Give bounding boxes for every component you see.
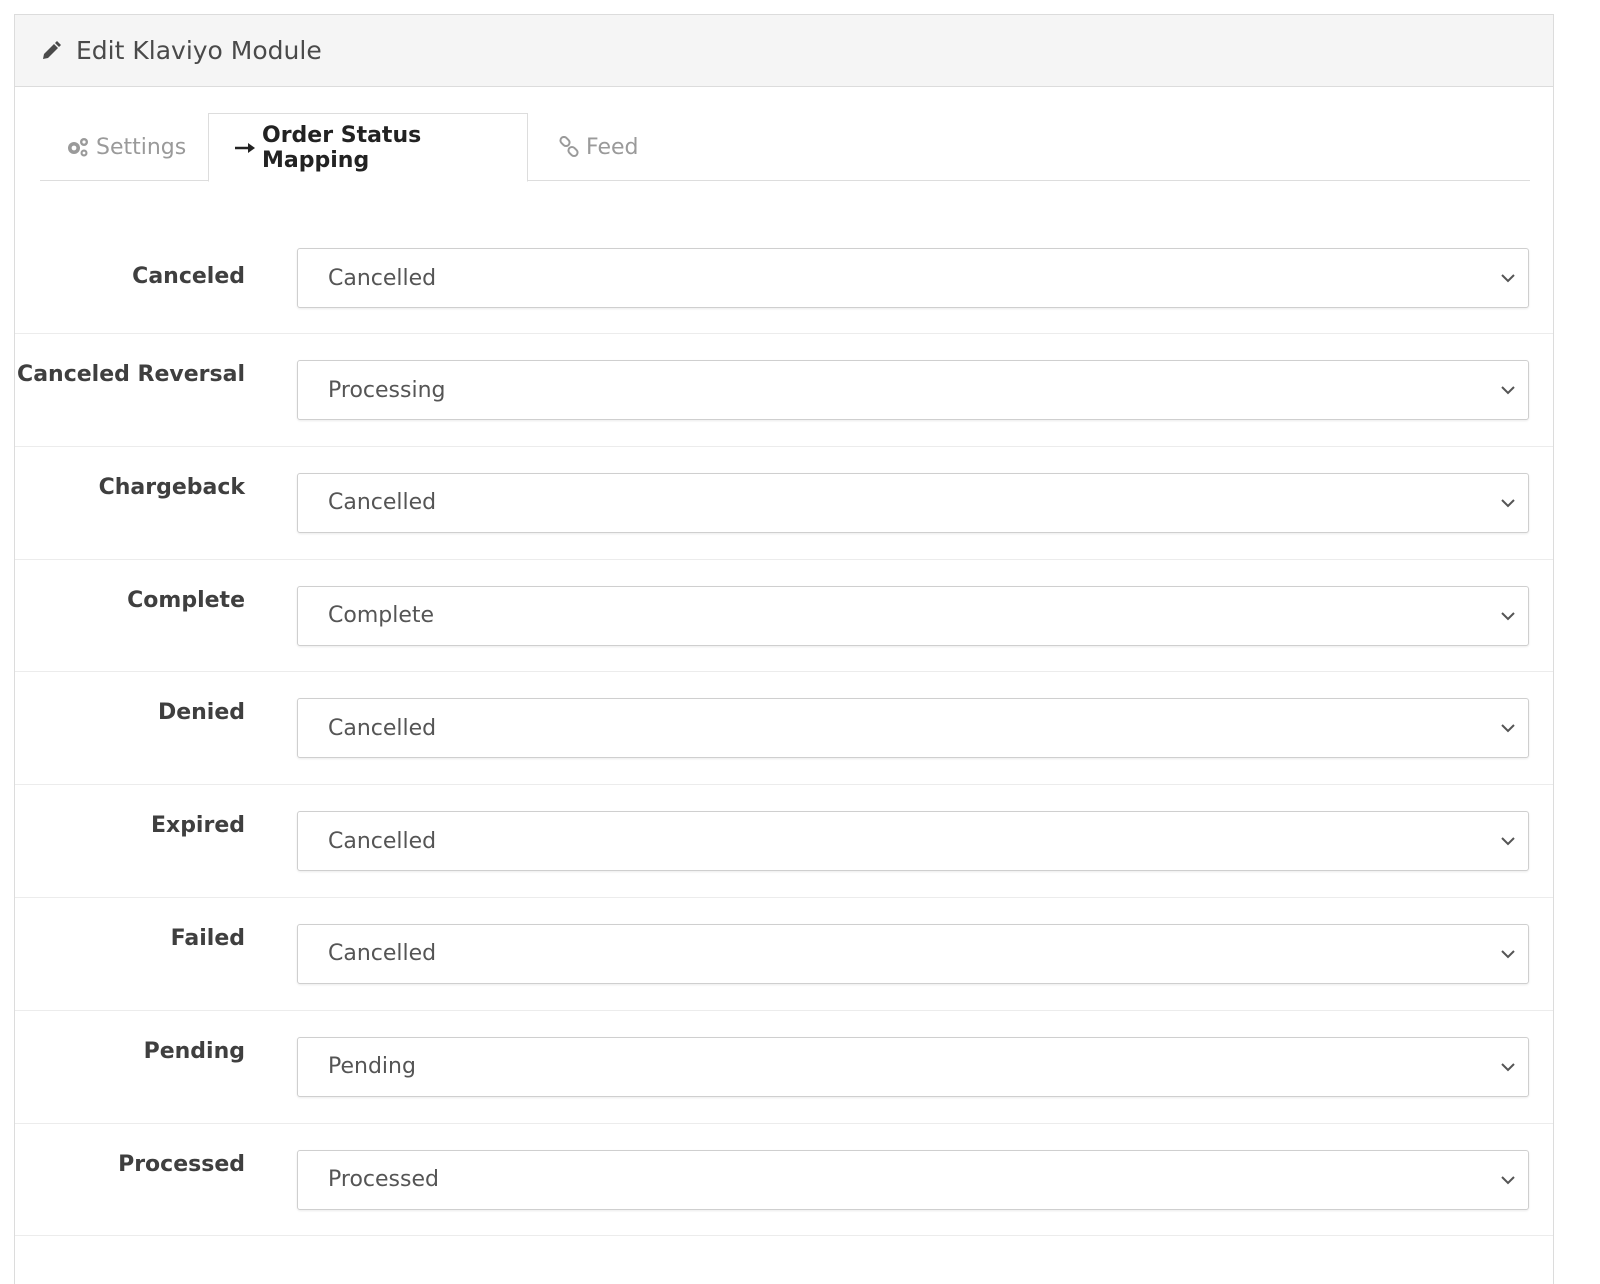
- mapping-row: Canceled Reversal Processing: [15, 334, 1553, 447]
- mapping-select[interactable]: Processing: [297, 360, 1529, 420]
- mapping-select-value: Cancelled: [328, 715, 437, 741]
- pencil-icon: [40, 40, 62, 62]
- tab-feed-label: Feed: [586, 134, 639, 160]
- chevron-down-icon: [1500, 496, 1516, 510]
- link-icon: [558, 136, 580, 158]
- mapping-label: Processed: [118, 1151, 245, 1177]
- mapping-select[interactable]: Cancelled: [297, 698, 1529, 759]
- chevron-down-icon: [1500, 1173, 1516, 1187]
- mapping-select-value: Pending: [328, 1054, 416, 1080]
- gears-icon: [66, 136, 90, 158]
- mapping-label: Pending: [143, 1038, 245, 1064]
- mapping-label: Complete: [127, 587, 245, 613]
- tab-order-status-mapping-label: Order Status Mapping: [262, 122, 422, 173]
- chevron-down-icon: [1500, 271, 1516, 285]
- mapping-label: Chargeback: [98, 474, 245, 500]
- mapping-select[interactable]: Processed: [297, 1149, 1529, 1210]
- mapping-select-value: Cancelled: [328, 828, 437, 854]
- tab-bar: Settings Order Status Mapping Feed: [40, 113, 1530, 182]
- mapping-select-value: Cancelled: [328, 265, 437, 291]
- tab-settings[interactable]: Settings: [66, 113, 186, 181]
- chevron-down-icon: [1500, 721, 1516, 735]
- panel-heading: Edit Klaviyo Module: [15, 15, 1553, 87]
- status-mapping-form: Canceled Cancelled Canceled Reversal Pro…: [15, 236, 1553, 1237]
- mapping-label: Denied: [157, 700, 245, 726]
- mapping-label: Expired: [150, 813, 245, 839]
- mapping-row: Complete Complete: [15, 560, 1553, 673]
- panel-title: Edit Klaviyo Module: [76, 36, 322, 65]
- mapping-select[interactable]: Cancelled: [297, 472, 1529, 533]
- mapping-select[interactable]: Cancelled: [297, 811, 1529, 872]
- mapping-row: Pending Pending: [15, 1011, 1553, 1124]
- mapping-row: Expired Cancelled: [15, 785, 1553, 898]
- mapping-select[interactable]: Cancelled: [297, 923, 1529, 984]
- chevron-down-icon: [1500, 1060, 1516, 1074]
- mapping-select-value: Cancelled: [328, 941, 437, 967]
- mapping-row: Denied Cancelled: [15, 672, 1553, 786]
- mapping-row: Failed Cancelled: [15, 898, 1553, 1011]
- mapping-select-value: Cancelled: [328, 490, 437, 516]
- mapping-select[interactable]: Complete: [297, 585, 1529, 646]
- tab-settings-label: Settings: [96, 134, 187, 160]
- edit-module-panel: Edit Klaviyo Module Settings Order Statu…: [14, 14, 1554, 1284]
- mapping-row: Processed Processed: [15, 1124, 1553, 1237]
- chevron-down-icon: [1500, 947, 1516, 961]
- arrow-right-icon: [234, 141, 256, 155]
- mapping-select-value: Complete: [328, 603, 435, 629]
- mapping-label: Canceled Reversal: [17, 362, 245, 387]
- mapping-label: Canceled: [132, 264, 245, 289]
- mapping-select[interactable]: Pending: [297, 1036, 1529, 1097]
- chevron-down-icon: [1500, 834, 1516, 848]
- chevron-down-icon: [1500, 609, 1516, 623]
- tab-order-status-mapping[interactable]: Order Status Mapping: [208, 113, 528, 182]
- mapping-select-value: Processed: [328, 1167, 439, 1193]
- mapping-select-value: Processing: [328, 377, 446, 403]
- mapping-label: Failed: [170, 925, 245, 951]
- mapping-select[interactable]: Cancelled: [297, 248, 1529, 308]
- mapping-row: Canceled Cancelled: [15, 236, 1553, 334]
- mapping-row: Chargeback Cancelled: [15, 447, 1553, 560]
- tab-feed[interactable]: Feed: [558, 113, 639, 181]
- chevron-down-icon: [1500, 383, 1516, 397]
